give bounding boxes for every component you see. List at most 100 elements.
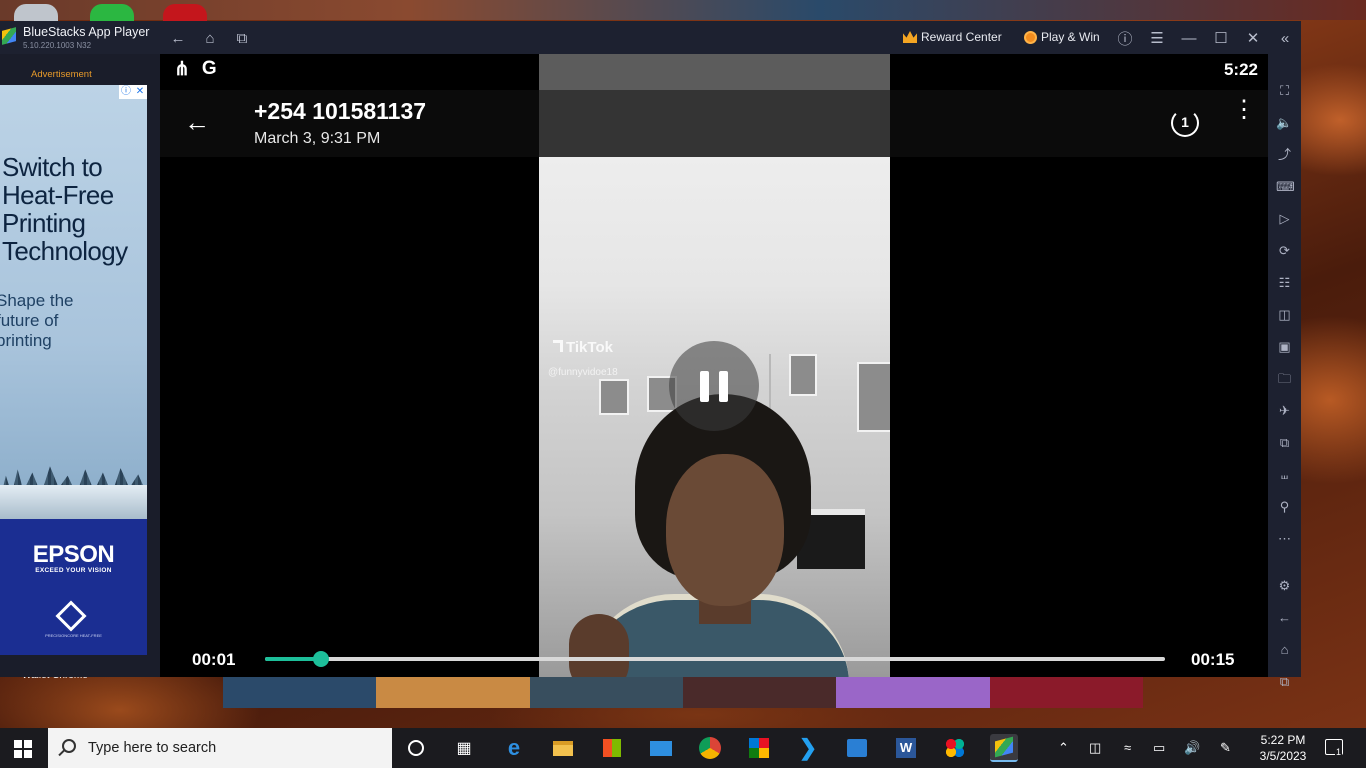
precisioncore-logo-icon [55,600,87,632]
desktop-thumbnail-strip [223,677,1143,708]
ad-headline: Switch to Heat-Free Printing Technology [2,152,128,266]
defender-icon[interactable]: ◫ [1089,740,1101,756]
help-icon[interactable]: ⓘ [1114,27,1136,49]
pause-button[interactable] [669,341,759,431]
ad-column: Advertisement ⓘ ✕ Switch to Heat-Free Pri… [0,54,160,677]
menu-icon[interactable]: ☰ [1146,27,1168,49]
wifi-icon[interactable]: ≈ [1124,740,1131,755]
crown-icon [903,31,917,43]
desktop-shortcut-icon[interactable] [14,4,58,22]
media-viewer-header: ← +254 101581137 March 3, 9:31 PM 1 ⋮ [160,90,1268,157]
search-icon [62,739,76,753]
whatsapp-desktop-icon[interactable] [90,4,134,22]
ad-banner[interactable]: ⓘ ✕ Switch to Heat-Free Printing Technolo… [0,85,147,655]
location-icon[interactable]: ⚲ [1276,498,1293,515]
more-tools-icon[interactable]: ⋯ [1276,530,1293,547]
contact-number: +254 101581137 [254,98,427,124]
play-win-button[interactable]: Play & Win [1024,30,1100,44]
tiktok-logo-icon [553,340,563,352]
bluestacks-taskbar-icon[interactable] [990,734,1018,762]
ad-info-icon[interactable]: ⓘ [119,85,133,99]
game-app-icon[interactable] [941,734,969,762]
status-bar-time: 5:22 [1223,60,1258,79]
precisioncore-badge: PRECISIONCORE HEAT-FREE [45,633,102,638]
coin-icon [1024,30,1037,44]
back-arrow-icon[interactable]: ← [184,108,212,136]
settings-gear-icon[interactable]: ⚙ [1276,577,1293,594]
taskbar-search-box[interactable]: Type here to search [48,728,392,768]
tiktok-watermark: TikTok [553,339,613,356]
show-hidden-icons-icon[interactable]: ⌃ [1058,740,1069,756]
folder-icon[interactable]: 🗀 [1276,370,1293,387]
eco-mode-icon[interactable]: ⧢ [1276,466,1293,483]
seek-bar-thumb[interactable] [312,651,329,667]
close-icon[interactable]: ✕ [1242,27,1264,49]
word-icon[interactable]: W [892,734,920,762]
more-options-icon[interactable]: ⋮ [1232,98,1256,137]
reward-center-button[interactable]: Reward Center [903,30,1002,44]
screenshot-icon[interactable]: ▣ [1276,338,1293,355]
notification-desktop-icon[interactable] [163,4,207,22]
file-explorer-icon[interactable] [549,734,577,762]
reward-center-label: Reward Center [921,30,1002,44]
rotate-sync-icon[interactable]: ⟳ [1276,242,1293,259]
bluestacks-side-toolbar: ⛶ 🔈 ⤴ ⌨ ▷ ⟳ ☷ ◫ ▣ 🗀 ✈ ⧉ ⧢ ⚲ ⋯ ⚙ ← ⌂ ⧉ [1268,54,1301,689]
multi-instance-icon[interactable]: ⧉ [1276,434,1293,451]
video-face [666,454,784,606]
keyboard-icon[interactable]: ⌨ [1276,178,1295,195]
taskbar-date: 3/5/2023 [1259,749,1307,763]
minimize-icon[interactable]: — [1178,27,1200,49]
task-view-icon[interactable]: ▦ [450,734,478,762]
tiktok-username: @funnyvidoe18 [548,367,618,378]
chrome-icon[interactable] [696,734,724,762]
video-arm [569,614,629,677]
ad-subhead: Shape the future of printing [0,291,74,350]
bluestacks-titlebar: BlueStacks App Player 5.10.220.1003 N32 … [0,21,1301,54]
video-wall-poster [857,362,890,432]
ad-brand-panel: EPSON EXCEED YOUR VISION PRECISIONCORE H… [0,519,147,655]
video-wall-poster [599,379,629,415]
pause-bar-left [700,371,709,402]
volume-icon[interactable]: 🔈 [1276,114,1293,131]
windows-start-icon[interactable] [14,740,32,758]
back-icon[interactable]: ← [167,27,189,49]
app-version: 5.10.220.1003 N32 [23,41,92,50]
android-recents-icon[interactable]: ⧉ [1276,673,1293,690]
macro-icon[interactable]: ☷ [1276,274,1293,291]
video-wall-poster [789,354,817,396]
mail-icon[interactable] [647,734,675,762]
vscode-icon[interactable]: ❯ [794,734,822,762]
message-date: March 3, 9:31 PM [254,130,381,147]
epson-logo: EPSON [32,541,115,568]
home-icon[interactable]: ⌂ [199,27,221,49]
record-icon[interactable]: ▷ [1276,210,1293,227]
store-icon[interactable] [598,734,626,762]
view-once-timer-icon[interactable]: 1 [1171,109,1199,137]
cursor-icon[interactable]: ⤴ [1276,146,1293,163]
maximize-icon[interactable]: ☐ [1210,27,1232,49]
search-placeholder: Type here to search [88,740,217,756]
cortana-icon[interactable] [402,734,430,762]
edge-icon[interactable]: e [500,734,528,762]
battery-icon[interactable]: ▭ [1153,740,1165,756]
windows-taskbar: Type here to search ▦ e ❯ W ⌃ ◫ ≈ ▭ 🔊 ✎ … [0,728,1366,768]
total-time: 00:15 [1191,650,1235,669]
fullscreen-icon[interactable]: ⛶ [1276,82,1293,99]
android-back-icon[interactable]: ← [1276,609,1293,626]
ad-close-button[interactable]: ⓘ ✕ [119,85,147,99]
airplane-icon[interactable]: ✈ [1276,402,1293,419]
android-home-icon[interactable]: ⌂ [1276,641,1293,658]
bluestacks-window: BlueStacks App Player 5.10.220.1003 N32 … [0,21,1301,689]
ad-close-icon[interactable]: ✕ [133,85,147,99]
taskbar-clock[interactable]: 5:22 PM 3/5/2023 [1252,732,1314,764]
colorful-app-icon[interactable] [745,734,773,762]
seek-bar[interactable] [265,651,1165,667]
collapse-sidebar-icon[interactable]: « [1274,27,1296,49]
media-player-icon[interactable] [843,734,871,762]
speaker-icon[interactable]: 🔊 [1184,740,1200,756]
pen-workspace-icon[interactable]: ✎ [1220,740,1231,756]
apk-install-icon[interactable]: ◫ [1276,306,1293,323]
ad-label: Advertisement [31,69,92,80]
recent-apps-icon[interactable]: ⧉ [231,27,253,49]
status-bar-icons: ⋔ G [174,58,217,81]
